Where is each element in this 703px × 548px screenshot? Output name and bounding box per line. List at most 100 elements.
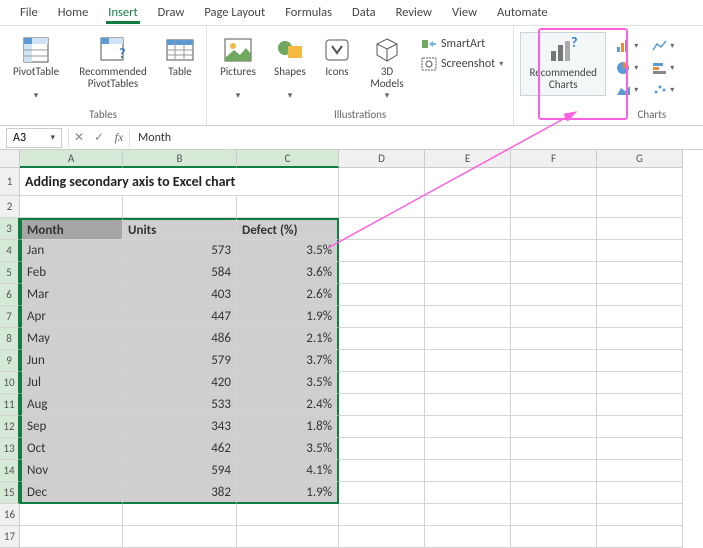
row-header[interactable]: 1 [0, 168, 20, 196]
cell[interactable]: 3.5% [237, 438, 339, 460]
cell[interactable] [597, 196, 683, 218]
icons-button[interactable]: Icons [317, 32, 357, 94]
menu-draw[interactable]: Draw [148, 2, 195, 23]
cell[interactable]: 447 [123, 306, 237, 328]
cell[interactable] [597, 168, 683, 196]
cell[interactable] [339, 438, 425, 460]
column-header[interactable]: A [20, 150, 123, 168]
cell[interactable] [511, 240, 597, 262]
cell[interactable] [339, 504, 425, 526]
cell[interactable] [597, 482, 683, 504]
spreadsheet-grid[interactable]: ABCDEFG1Adding secondary axis to Excel c… [0, 150, 703, 548]
cell[interactable] [425, 504, 511, 526]
row-header[interactable]: 8 [0, 328, 20, 350]
cell[interactable]: 2.4% [237, 394, 339, 416]
row-header[interactable]: 5 [0, 262, 20, 284]
cell[interactable] [511, 394, 597, 416]
row-header[interactable]: 6 [0, 284, 20, 306]
cell[interactable] [511, 196, 597, 218]
row-header[interactable]: 17 [0, 526, 20, 548]
cell[interactable]: 1.8% [237, 416, 339, 438]
menu-file[interactable]: File [10, 2, 48, 23]
smartart-button[interactable]: SmartArt [417, 34, 507, 54]
cell[interactable]: 573 [123, 240, 237, 262]
column-header[interactable]: D [339, 150, 425, 168]
column-header[interactable]: E [425, 150, 511, 168]
cell[interactable] [597, 350, 683, 372]
cell[interactable] [237, 504, 339, 526]
cell[interactable] [20, 196, 123, 218]
cell[interactable]: Dec [20, 482, 123, 504]
cell[interactable]: Aug [20, 394, 123, 416]
cell[interactable] [425, 394, 511, 416]
cancel-formula-button[interactable]: ✕ [69, 130, 89, 145]
menu-review[interactable]: Review [386, 2, 442, 23]
select-all-corner[interactable] [0, 150, 20, 168]
cell[interactable]: 3.7% [237, 350, 339, 372]
cell[interactable] [511, 218, 597, 240]
menu-automate[interactable]: Automate [487, 2, 558, 23]
cell[interactable]: Mar [20, 284, 123, 306]
row-header[interactable]: 10 [0, 372, 20, 394]
cell[interactable] [425, 240, 511, 262]
cell[interactable]: Apr [20, 306, 123, 328]
cell[interactable] [339, 196, 425, 218]
menu-insert[interactable]: Insert [98, 2, 147, 23]
cell[interactable] [20, 526, 123, 548]
cell[interactable] [339, 284, 425, 306]
cell[interactable]: 462 [123, 438, 237, 460]
cell[interactable] [511, 306, 597, 328]
cell[interactable] [597, 372, 683, 394]
cell[interactable]: 594 [123, 460, 237, 482]
cell[interactable]: 584 [123, 262, 237, 284]
cell[interactable] [425, 262, 511, 284]
cell[interactable] [511, 262, 597, 284]
cell[interactable] [237, 196, 339, 218]
cell[interactable]: 343 [123, 416, 237, 438]
pivot-table-button[interactable]: PivotTable ▾ [6, 32, 66, 103]
name-box[interactable]: A3 ▾ [6, 128, 62, 148]
cell[interactable]: 533 [123, 394, 237, 416]
cell[interactable] [597, 526, 683, 548]
cell[interactable]: 2.6% [237, 284, 339, 306]
menu-data[interactable]: Data [342, 2, 386, 23]
cell[interactable] [425, 482, 511, 504]
cell[interactable] [339, 416, 425, 438]
cell[interactable] [511, 482, 597, 504]
cell[interactable] [425, 168, 511, 196]
cell[interactable] [339, 306, 425, 328]
line-chart-button[interactable]: ▾ [646, 36, 680, 56]
3d-models-button[interactable]: 3D Models ▾ [361, 32, 413, 103]
cell[interactable] [339, 218, 425, 240]
cell[interactable] [511, 460, 597, 482]
cell[interactable] [511, 504, 597, 526]
formula-input[interactable]: Month [130, 131, 703, 145]
cell[interactable]: Jun [20, 350, 123, 372]
cell[interactable]: Feb [20, 262, 123, 284]
cell[interactable] [597, 218, 683, 240]
cell[interactable] [425, 350, 511, 372]
row-header[interactable]: 3 [0, 218, 20, 240]
cell[interactable] [339, 460, 425, 482]
cell[interactable] [425, 284, 511, 306]
cell[interactable] [20, 504, 123, 526]
hbar-chart-button[interactable]: ▾ [646, 58, 680, 78]
cell[interactable] [597, 394, 683, 416]
cell[interactable] [425, 196, 511, 218]
cell[interactable]: 3.5% [237, 240, 339, 262]
cell[interactable]: 3.5% [237, 372, 339, 394]
row-header[interactable]: 2 [0, 196, 20, 218]
row-header[interactable]: 7 [0, 306, 20, 328]
row-header[interactable]: 16 [0, 504, 20, 526]
pictures-button[interactable]: Pictures ▾ [213, 32, 263, 103]
cell[interactable]: Defect (%) [237, 218, 339, 240]
cell[interactable]: 1.9% [237, 306, 339, 328]
cell[interactable] [425, 438, 511, 460]
cell[interactable] [597, 328, 683, 350]
cell[interactable]: Units [123, 218, 237, 240]
cell[interactable] [339, 394, 425, 416]
cell[interactable] [237, 526, 339, 548]
screenshot-button[interactable]: Screenshot ▾ [417, 54, 507, 74]
cell[interactable]: Oct [20, 438, 123, 460]
cell[interactable] [425, 328, 511, 350]
